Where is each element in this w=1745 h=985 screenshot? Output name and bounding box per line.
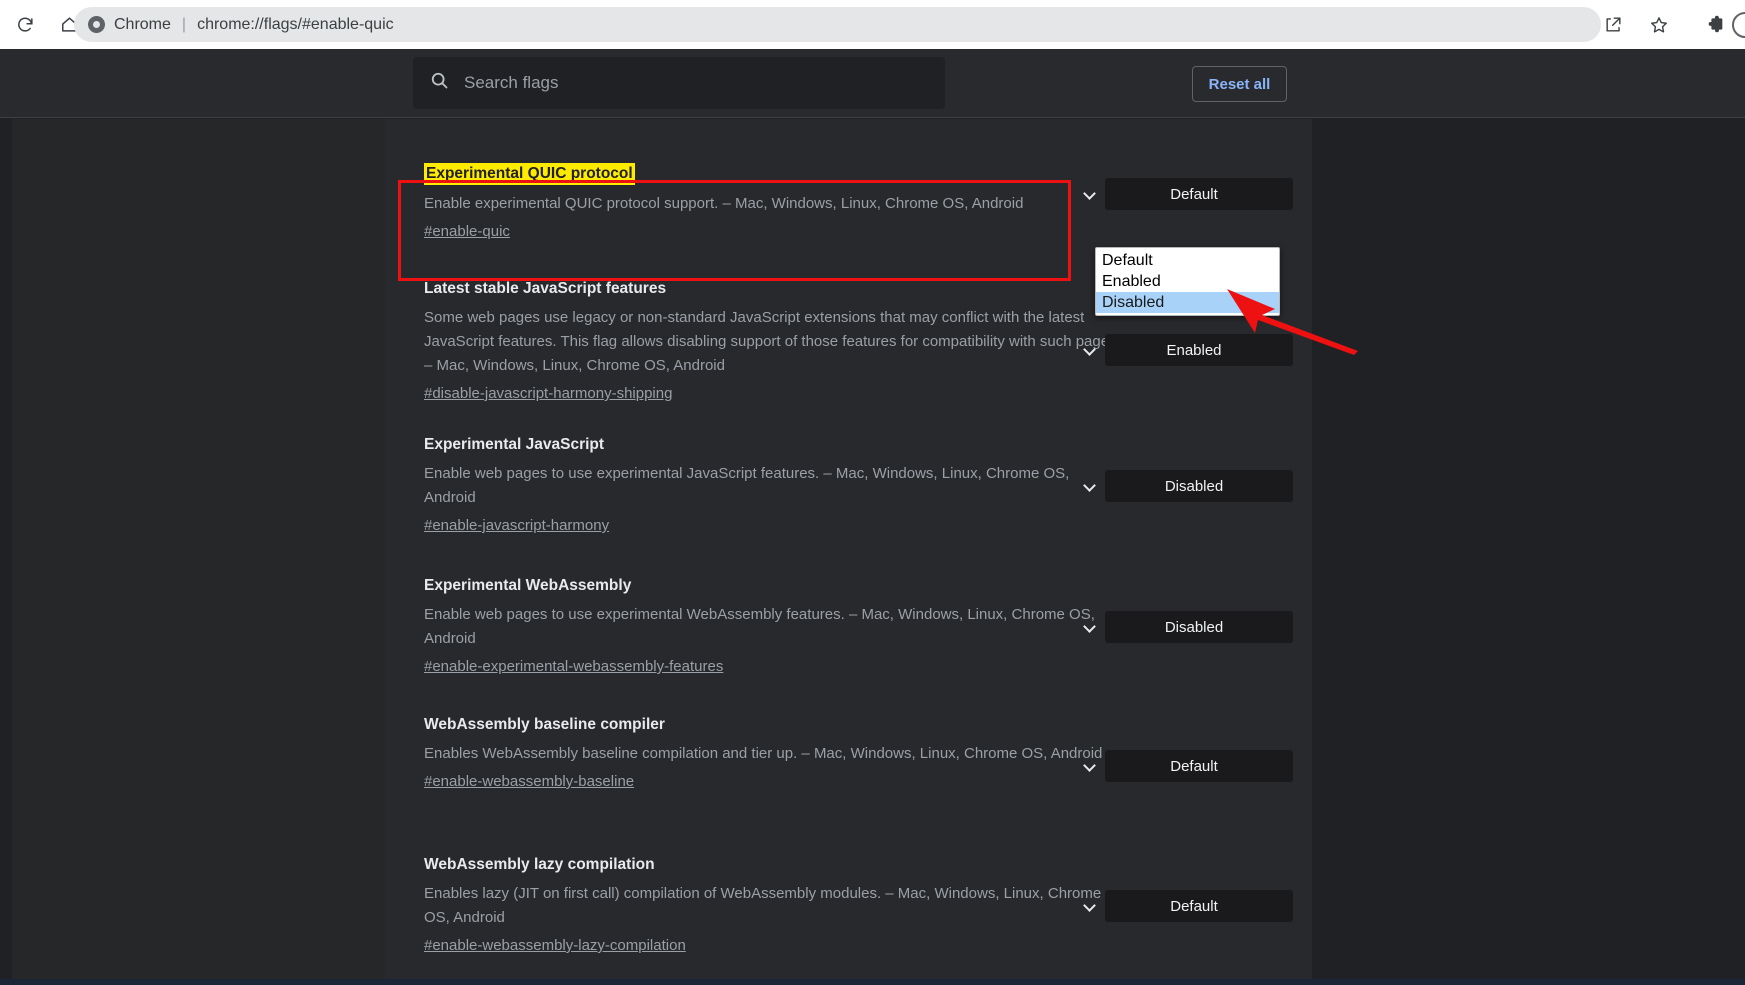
omnibox[interactable]: Chrome | chrome://flags/#enable-quic <box>74 7 1601 42</box>
flag-permalink[interactable]: #enable-webassembly-lazy-compilation <box>424 937 686 954</box>
flag-select-dropdown-list[interactable]: Default Enabled Disabled <box>1095 247 1280 316</box>
browser-toolbar: Chrome | chrome://flags/#enable-quic <box>0 0 1745 49</box>
flag-description: Enable experimental QUIC protocol suppor… <box>424 195 1024 212</box>
flag-title: WebAssembly baseline compiler <box>424 716 665 733</box>
flag-permalink[interactable]: #enable-javascript-harmony <box>424 517 609 534</box>
flag-select[interactable]: Disabled <box>1105 470 1293 502</box>
toolbar-right-actions <box>1588 0 1745 49</box>
flag-permalink[interactable]: #enable-quic <box>424 223 510 240</box>
bottom-edge-strip <box>0 979 1745 985</box>
flag-description: Enables WebAssembly baseline compilation… <box>424 745 1103 762</box>
flags-page-header: Reset all <box>0 49 1745 118</box>
flags-page: Reset all Experimental QUIC protocol Ena… <box>0 49 1745 979</box>
dropdown-option-default[interactable]: Default <box>1096 250 1279 271</box>
bookmark-star-icon[interactable] <box>1642 8 1676 42</box>
share-icon[interactable] <box>1596 8 1630 42</box>
chrome-logo-icon <box>88 16 105 33</box>
flag-info: Experimental WebAssembly Enable web page… <box>424 576 1124 676</box>
flag-info: WebAssembly lazy compilation Enables laz… <box>424 855 1124 955</box>
screen: Chrome | chrome://flags/#enable-quic Sea… <box>0 0 1745 985</box>
flag-select[interactable]: Default <box>1105 178 1293 210</box>
search-input[interactable] <box>464 73 929 93</box>
flag-info: Latest stable JavaScript features Some w… <box>424 279 1124 403</box>
flag-title: WebAssembly lazy compilation <box>424 856 655 873</box>
flag-title: Latest stable JavaScript features <box>424 280 667 297</box>
profile-avatar-icon[interactable] <box>1732 11 1745 38</box>
flag-permalink[interactable]: #disable-javascript-harmony-shipping <box>424 385 672 402</box>
search-icon <box>429 70 450 96</box>
flag-description: Enables lazy (JIT on first call) compila… <box>424 885 1102 926</box>
omnibox-url: chrome://flags/#enable-quic <box>197 15 394 33</box>
flag-select[interactable]: Disabled <box>1105 611 1293 643</box>
flag-title: Experimental QUIC protocol <box>424 163 635 185</box>
flag-select[interactable]: Enabled <box>1105 334 1293 366</box>
flag-select[interactable]: Default <box>1105 750 1293 782</box>
extensions-puzzle-icon[interactable] <box>1698 8 1732 42</box>
dropdown-option-enabled[interactable]: Enabled <box>1096 271 1279 292</box>
flag-title: Experimental WebAssembly <box>424 577 632 594</box>
reset-all-button[interactable]: Reset all <box>1192 66 1287 102</box>
omnibox-app-label: Chrome <box>114 15 171 33</box>
flag-permalink[interactable]: #enable-webassembly-baseline <box>424 773 634 790</box>
dropdown-option-disabled[interactable]: Disabled <box>1096 292 1279 313</box>
search-flags-container[interactable] <box>413 57 945 109</box>
flag-info: Experimental QUIC protocol Enable experi… <box>424 163 1124 241</box>
flag-info: WebAssembly baseline compiler Enables We… <box>424 715 1124 791</box>
flag-description: Enable web pages to use experimental Web… <box>424 606 1095 647</box>
flag-description: Enable web pages to use experimental Jav… <box>424 465 1070 506</box>
flag-permalink[interactable]: #enable-experimental-webassembly-feature… <box>424 658 723 675</box>
flag-info: Experimental JavaScript Enable web pages… <box>424 435 1124 535</box>
reload-icon[interactable] <box>8 8 42 42</box>
flag-description: Some web pages use legacy or non-standar… <box>424 309 1121 374</box>
omnibox-separator: | <box>181 15 187 33</box>
flag-title: Experimental JavaScript <box>424 436 605 453</box>
flag-select[interactable]: Default <box>1105 890 1293 922</box>
